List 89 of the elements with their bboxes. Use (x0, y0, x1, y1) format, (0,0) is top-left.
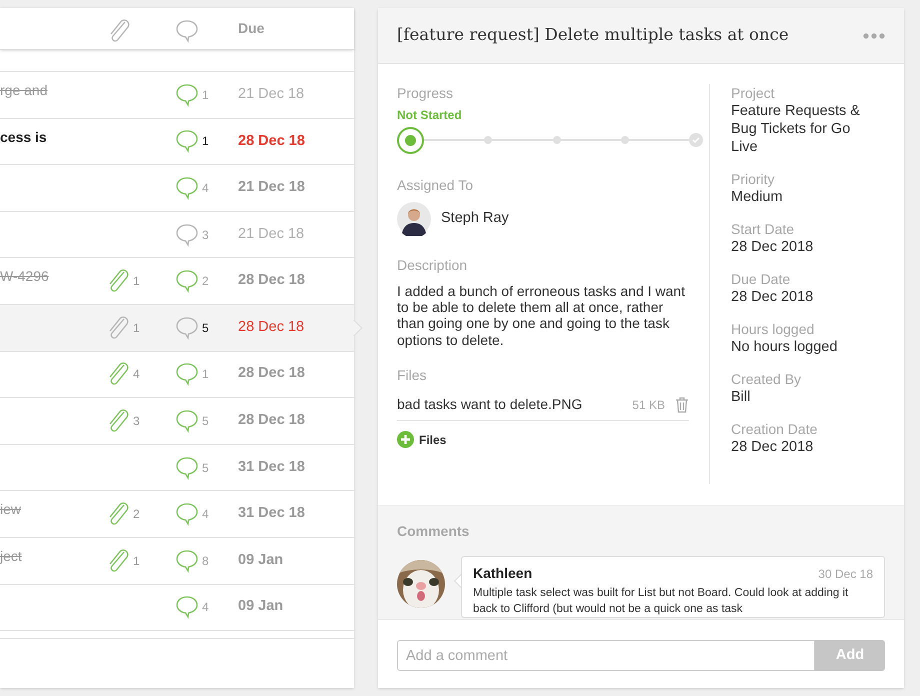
task-row[interactable]: 4 09 Jan (0, 584, 354, 632)
due-date: 09 Jan (238, 550, 284, 570)
field-value: 28 Dec 2018 (731, 438, 814, 456)
due-date: 28 Dec 18 (238, 271, 305, 290)
plus-circle-icon (397, 431, 414, 448)
add-button[interactable]: Add (815, 640, 885, 671)
task-title: cess is (0, 128, 48, 147)
task-title: ject (0, 546, 23, 566)
attachment-count: 1 (133, 320, 140, 337)
task-row[interactable]: 5 31 Dec 18 (0, 444, 354, 492)
field-label: Assigned To (397, 176, 474, 194)
due-date: 21 Dec 18 (238, 224, 304, 244)
attachment-count: 1 (133, 552, 140, 570)
comment-date: 30 Dec 18 (818, 566, 873, 583)
comment-count: 5 (202, 460, 209, 477)
field-label: Project (731, 84, 776, 102)
field-label: Creation Date (731, 420, 818, 438)
task-row[interactable]: cess is 1 28 Dec 18 (0, 118, 354, 166)
progress-step[interactable] (552, 136, 560, 144)
due-date: 28 Dec 18 (238, 318, 304, 337)
attachment-count: 1 (133, 273, 140, 290)
speech-bubble-icon (175, 18, 199, 42)
field-value: 28 Dec 2018 (731, 288, 814, 306)
field-value: Bill (731, 388, 752, 406)
task-title: rge and (0, 81, 48, 100)
check-circle-icon[interactable] (689, 133, 703, 147)
comment-count: 1 (202, 133, 209, 150)
more-options-icon[interactable] (863, 32, 885, 38)
comment-input[interactable]: Add a comment (397, 640, 815, 671)
add-files-button[interactable]: Files (397, 430, 446, 449)
progress-status: Not Started (397, 107, 463, 124)
task-row[interactable]: 3 5 28 Dec 18 (0, 398, 354, 445)
field-label: Created By (731, 370, 802, 388)
comment-count: 5 (202, 412, 209, 430)
task-row[interactable]: W-4296 1 2 28 Dec 18 (0, 258, 354, 305)
field-value: 28 Dec 2018 (731, 238, 814, 256)
attachment-count: 3 (133, 412, 140, 430)
progress-step[interactable] (397, 126, 424, 154)
field-label: Files (397, 366, 428, 384)
file-name[interactable]: bad tasks want to delete.PNG (397, 394, 632, 416)
due-date: 21 Dec 18 (238, 84, 304, 104)
due-date: 21 Dec 18 (238, 178, 305, 198)
due-date: 28 Dec 18 (238, 411, 305, 430)
task-row[interactable]: rge and 1 21 Dec 18 (0, 72, 354, 119)
task-row[interactable]: 4 21 Dec 18 (0, 165, 354, 212)
due-date: 28 Dec 18 (238, 364, 305, 384)
comment-count: 4 (202, 599, 209, 616)
attachment-count: 2 (133, 506, 140, 524)
field-label: Priority (731, 170, 776, 188)
comment-count: 1 (202, 366, 209, 384)
avatar (397, 202, 431, 236)
task-row[interactable]: 3 21 Dec 18 (0, 212, 354, 258)
due-date: 28 Dec 18 (238, 132, 305, 151)
field-value: No hours logged (731, 338, 838, 356)
progress-step[interactable] (620, 136, 629, 144)
field-value: Medium (731, 188, 784, 206)
field-label: Progress (397, 84, 454, 102)
due-date: 09 Jan (238, 597, 284, 616)
comment-count: 1 (202, 86, 209, 104)
task-title: W-4296 (0, 267, 50, 286)
assignee-name: Steph Ray (441, 209, 509, 228)
description-text: I added a bunch of erroneous tasks and I want to be able to delete them all at once, rather than going one by one and going to the task options to delete. (397, 283, 686, 348)
comment-count: 8 (202, 552, 209, 570)
comment-text: Multiple task select was built for List but not Board. Could look at adding it back to Clifford (but would not be a quick one as task (473, 586, 850, 617)
field-label: Due Date (731, 270, 792, 288)
field-label: Start Date (731, 220, 796, 238)
field-label: Hours logged (731, 320, 816, 338)
comment-author: Kathleen (473, 564, 532, 583)
task-title: [feature request] Delete multiple tasks at once (397, 24, 789, 46)
trash-icon[interactable] (675, 396, 689, 413)
task-row[interactable]: 4 1 28 Dec 18 (0, 352, 354, 398)
comment-count: 3 (202, 226, 209, 244)
comment-count: 5 (202, 320, 209, 337)
field-value: Feature Requests & Bug Tickets for Go Live (731, 102, 861, 156)
task-row[interactable]: iew 2 4 31 Dec 18 (0, 491, 354, 538)
comment-count: 4 (202, 506, 209, 524)
task-row[interactable]: ject 1 8 09 Jan (0, 538, 354, 585)
paperclip-icon (108, 18, 130, 42)
progress-step[interactable] (484, 136, 492, 144)
comment-count: 4 (202, 180, 209, 197)
comment-count: 2 (202, 273, 209, 290)
file-size: 51 KB (632, 396, 665, 414)
due-date: 31 Dec 18 (238, 504, 305, 524)
field-label: Description (397, 256, 468, 274)
column-header[interactable]: Due (238, 18, 264, 39)
due-date: 31 Dec 18 (238, 458, 305, 477)
task-title: iew (0, 500, 22, 520)
attachment-count: 4 (133, 366, 140, 384)
section-heading: Comments (397, 522, 470, 541)
